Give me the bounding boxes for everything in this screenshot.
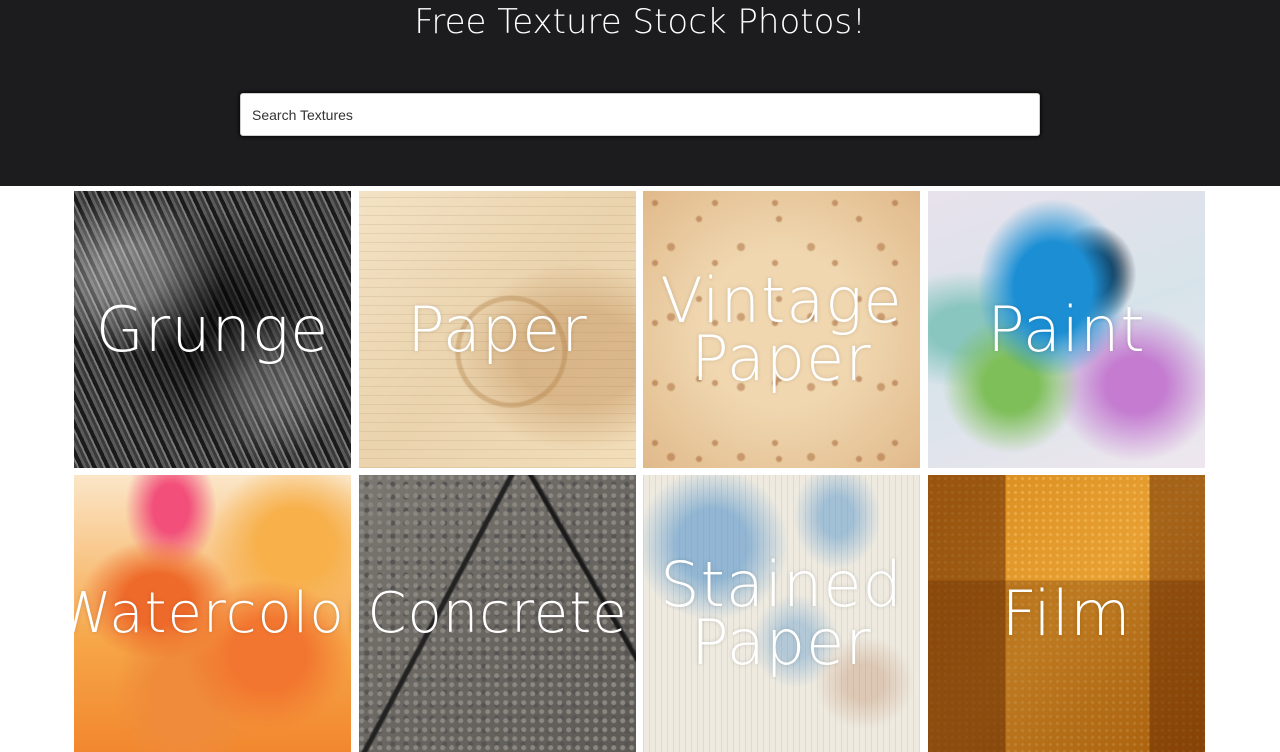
category-label: Concrete	[367, 580, 628, 646]
category-label: Grunge	[95, 292, 330, 366]
search-box	[240, 93, 1040, 136]
search-input[interactable]	[240, 93, 1040, 136]
category-tile-vintage-paper[interactable]: Vintage Paper	[643, 191, 920, 468]
page-title: Free Texture Stock Photos!	[414, 2, 866, 42]
category-label: Watercolor	[74, 580, 351, 646]
site-header: Free Texture Stock Photos!	[0, 0, 1280, 186]
category-label: Film	[1001, 576, 1132, 650]
category-tile-grunge[interactable]: Grunge	[74, 191, 351, 468]
category-tile-paper[interactable]: Paper	[359, 191, 636, 468]
category-label: Paper	[407, 292, 588, 366]
category-label: Stained Paper	[660, 547, 903, 679]
category-label: Paint	[987, 292, 1146, 366]
category-tile-paint[interactable]: Paint	[928, 191, 1205, 468]
category-tile-watercolor[interactable]: Watercolor	[74, 475, 351, 752]
category-label: Vintage Paper	[660, 263, 903, 395]
category-tile-concrete[interactable]: Concrete	[359, 475, 636, 752]
category-tile-film[interactable]: Film	[928, 475, 1205, 752]
category-tile-stained-paper[interactable]: Stained Paper	[643, 475, 920, 752]
